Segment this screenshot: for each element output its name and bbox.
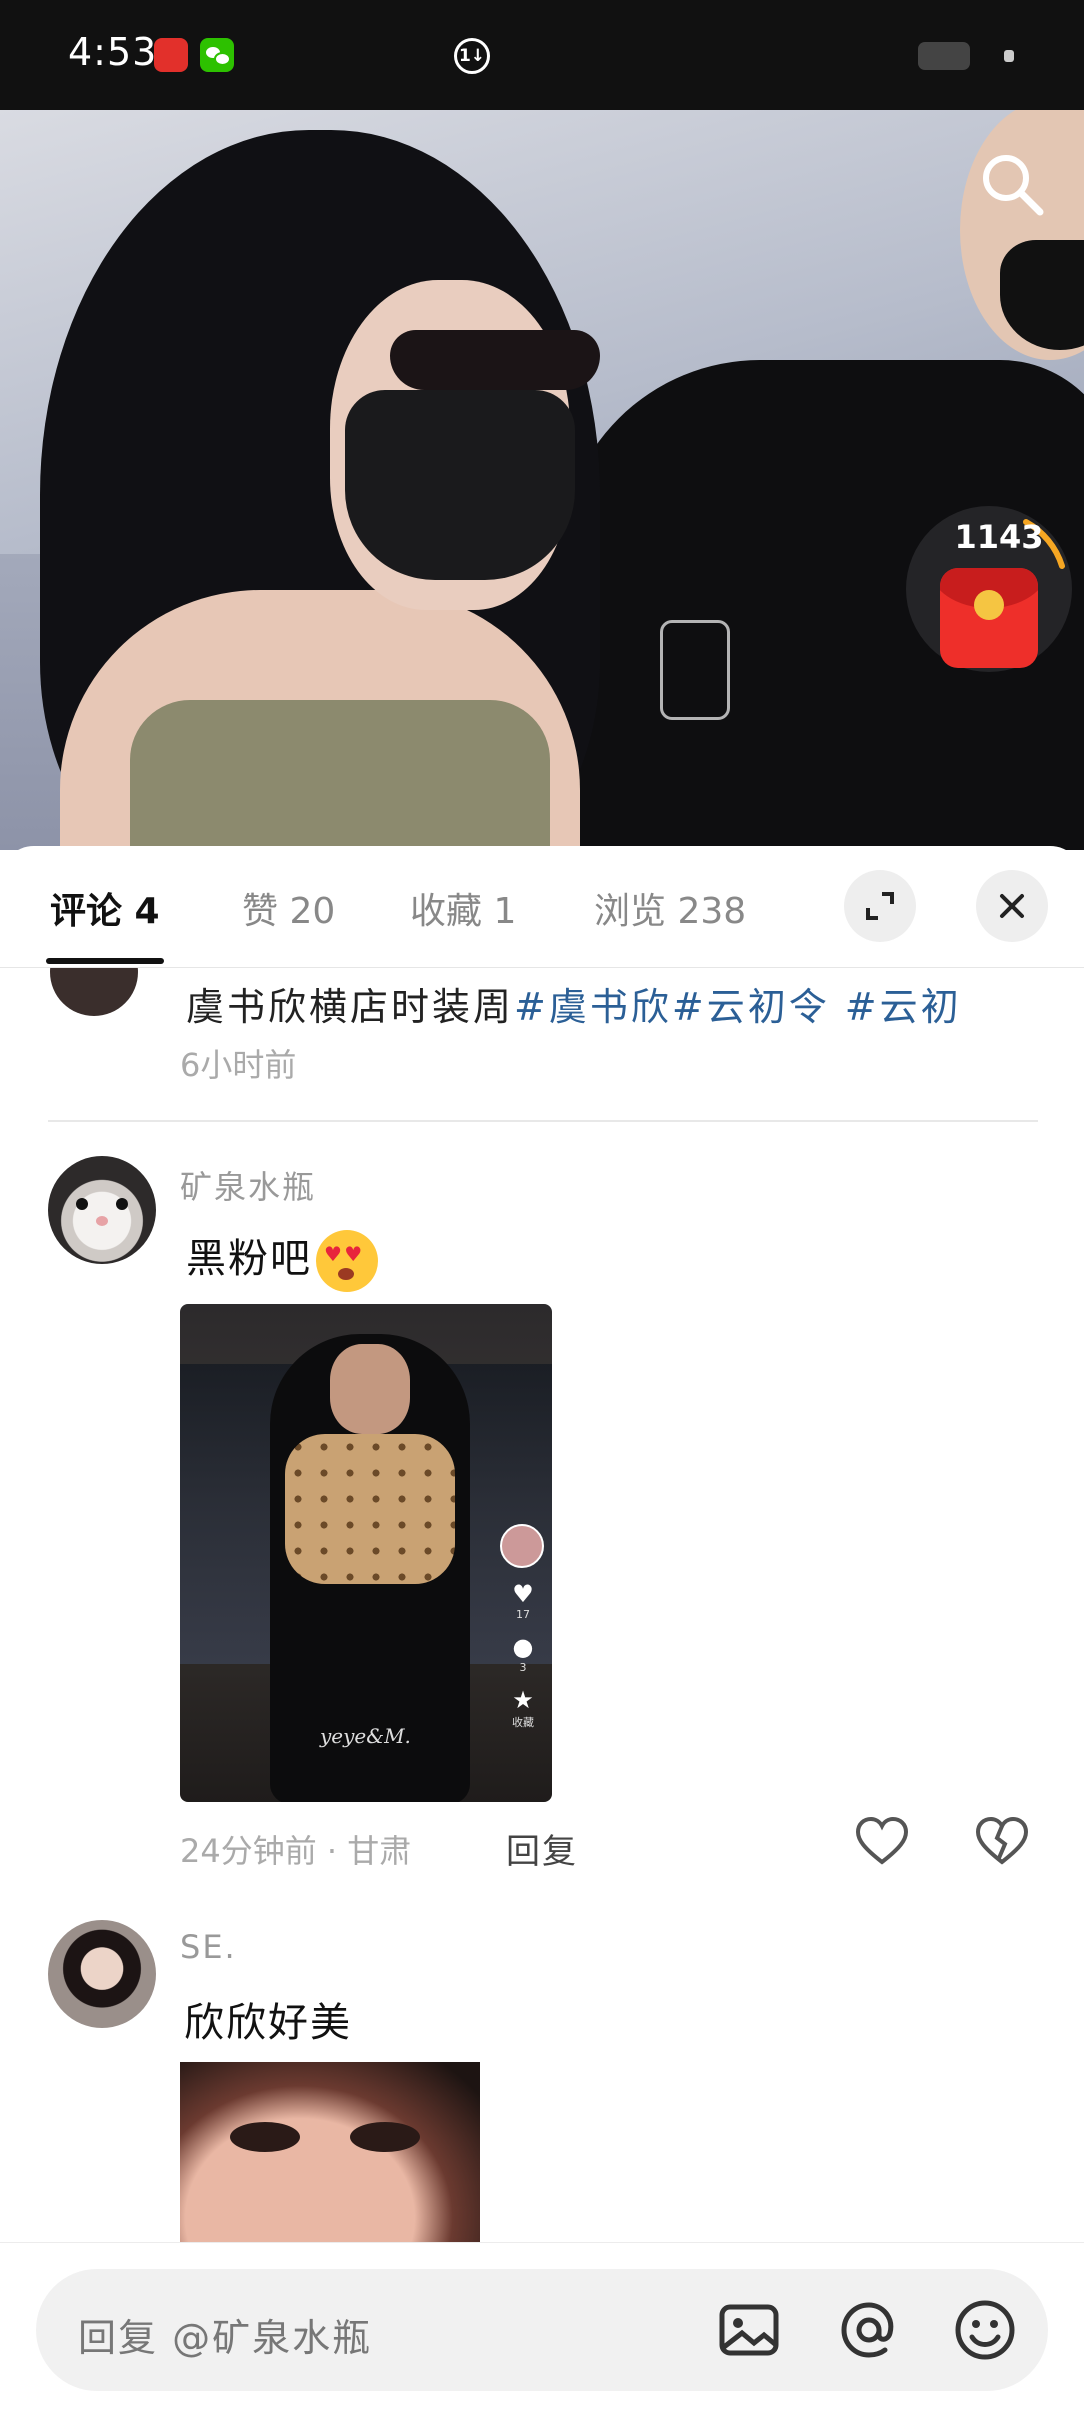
video-side-actions: ♥ 17 ● 3 ★ 收藏 xyxy=(500,1524,546,1730)
tab-underline xyxy=(46,958,164,964)
expand-icon xyxy=(866,892,894,920)
status-bar: 4:53 1↓ xyxy=(0,0,1084,110)
huawei-notification-icon xyxy=(154,38,188,72)
reply-link[interactable]: 回复 xyxy=(506,1824,578,1873)
signal-dot-icon xyxy=(1004,50,1014,62)
avatar[interactable] xyxy=(48,1920,156,2028)
author-avatar[interactable] xyxy=(50,968,138,1016)
reply-bar: 回复 @矿泉水瓶 xyxy=(0,2242,1084,2412)
comment-meta: 24分钟前 · 甘肃 xyxy=(180,1832,412,1870)
close-icon xyxy=(1000,894,1024,918)
tab-comments[interactable]: 评论 4 xyxy=(50,882,160,934)
broken-heart-icon[interactable] xyxy=(974,1814,1030,1870)
tab-likes[interactable]: 赞 20 xyxy=(242,882,335,934)
wechat-notification-icon xyxy=(200,38,234,72)
comment-bubble-icon: ● xyxy=(512,1633,534,1661)
coin-count: 1143 xyxy=(954,518,1044,556)
hashtag[interactable]: #云初令 xyxy=(672,985,830,1029)
reply-placeholder: 回复 @矿泉水瓶 xyxy=(78,2316,373,2360)
image-icon[interactable] xyxy=(714,2295,784,2365)
post-caption: 虞书欣横店时装周#虞书欣#云初令 #云初 xyxy=(186,985,962,1029)
tab-favorites[interactable]: 收藏 1 xyxy=(410,882,516,934)
hashtag[interactable]: #云初 xyxy=(830,985,962,1029)
tab-bar: 评论 4 赞 20 收藏 1 浏览 238 xyxy=(0,846,1084,968)
post-time: 6小时前 xyxy=(180,1046,297,1084)
video-signature: yeye&M. xyxy=(320,1724,411,1748)
comment-video-thumbnail[interactable]: ♥ 17 ● 3 ★ 收藏 yeye&M. xyxy=(180,1304,552,1802)
comment-text: 黑粉吧 xyxy=(186,1226,378,1292)
hashtag[interactable]: #虞书欣 xyxy=(514,985,672,1029)
creator-avatar xyxy=(500,1524,544,1568)
expand-button[interactable] xyxy=(844,870,916,942)
tab-views[interactable]: 浏览 238 xyxy=(594,882,746,934)
heart-icon: ♥ xyxy=(512,1580,534,1608)
reply-input[interactable]: 回复 @矿泉水瓶 xyxy=(36,2269,1048,2391)
close-button[interactable] xyxy=(976,870,1048,942)
red-envelope-icon[interactable] xyxy=(940,568,1038,668)
comment-text: 欣欣好美 xyxy=(184,2000,352,2046)
heart-eyes-emoji xyxy=(316,1230,378,1292)
at-icon[interactable] xyxy=(834,2295,904,2365)
smiley-icon[interactable] xyxy=(950,2295,1020,2365)
post-hero-image[interactable] xyxy=(0,110,1084,850)
sync-icon: 1↓ xyxy=(454,38,490,74)
avatar[interactable] xyxy=(48,1156,156,1264)
comment-username[interactable]: SE. xyxy=(180,1928,237,1966)
comment-username[interactable]: 矿泉水瓶 xyxy=(180,1162,316,1208)
divider xyxy=(48,1120,1038,1122)
heart-outline-icon[interactable] xyxy=(854,1814,910,1870)
status-time: 4:53 xyxy=(68,30,158,74)
star-icon: ★ xyxy=(512,1686,534,1714)
search-icon[interactable] xyxy=(976,148,1048,220)
battery-icon xyxy=(918,42,970,70)
